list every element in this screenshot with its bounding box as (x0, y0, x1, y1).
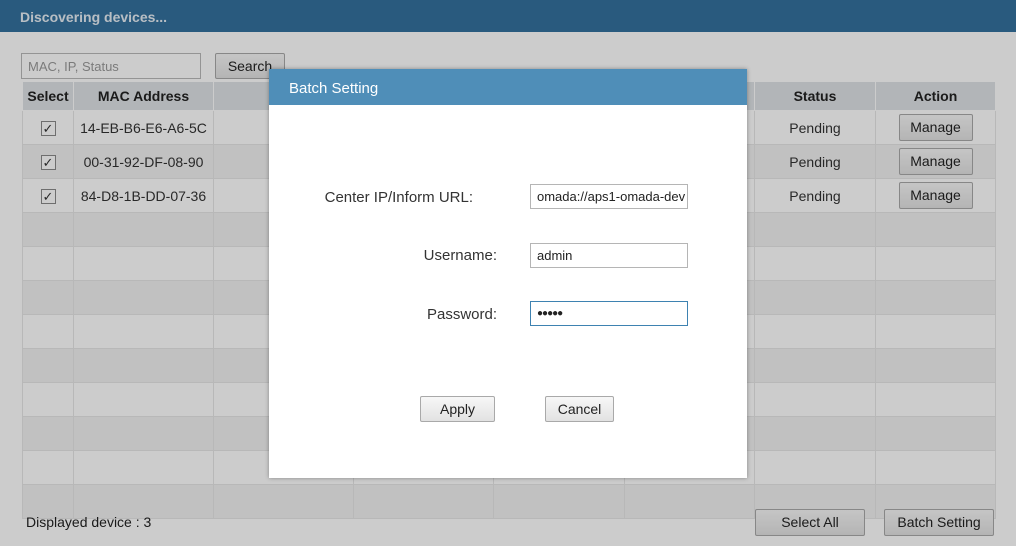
batch-setting-dialog: Batch Setting Center IP/Inform URL: omad… (269, 69, 747, 478)
username-input[interactable]: admin (530, 243, 688, 268)
password-label: Password: (426, 306, 497, 323)
apply-button[interactable]: Apply (420, 396, 495, 422)
center-url-label: Center IP/Inform URL: (324, 189, 473, 206)
center-url-input[interactable]: omada://aps1-omada-dev (530, 184, 688, 209)
username-label: Username: (423, 247, 497, 264)
dialog-title: Batch Setting (269, 69, 747, 105)
cancel-button[interactable]: Cancel (545, 396, 614, 422)
password-input[interactable]: ●●●●● (530, 301, 688, 326)
